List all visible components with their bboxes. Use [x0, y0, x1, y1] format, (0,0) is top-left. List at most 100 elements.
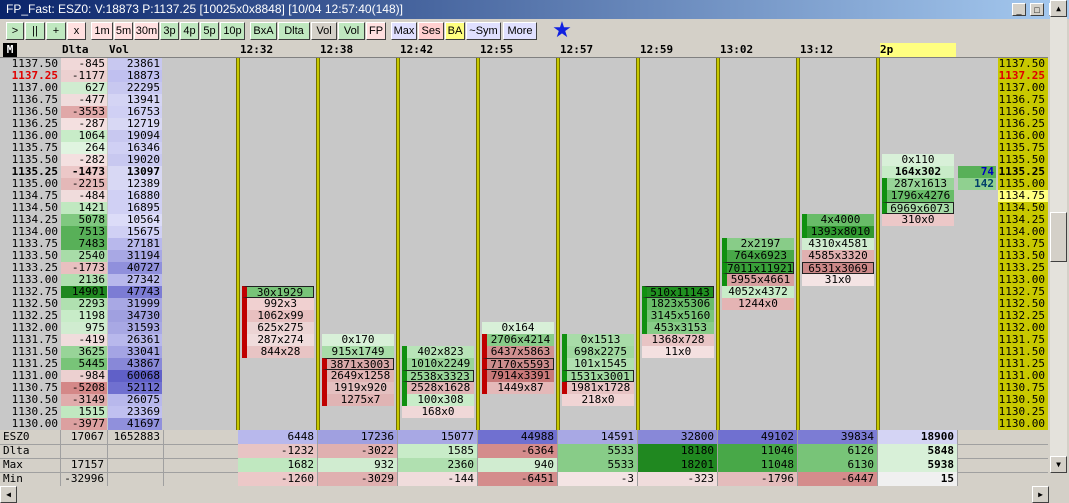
footer-label: ESZ0 [3, 430, 61, 444]
toolbar-sym-button[interactable]: ~Sym [466, 22, 501, 40]
scroll-right-arrow-icon[interactable]: ▶ [1032, 486, 1049, 503]
toolbar-ba-button[interactable]: BA [445, 22, 465, 40]
bar-separator [556, 58, 560, 430]
footprint-grid: M Dlta Vol 12:32 12:38 12:42 12:55 12:57 12:5… [0, 43, 1048, 430]
minimize-button[interactable]: _ [1012, 3, 1026, 16]
footer-value-cell: 17236 [318, 430, 398, 444]
footer-session-b [108, 444, 164, 458]
footer-value-cell: 5938 [878, 458, 958, 472]
toolbar-1m-button[interactable]: 1m [91, 22, 113, 40]
volume-header[interactable]: Vol [109, 43, 159, 58]
footer-value-cell: 5848 [878, 444, 958, 458]
footer-value-cell: -1232 [238, 444, 318, 458]
bar-separator [236, 58, 240, 430]
scroll-down-arrow-icon[interactable]: ▼ [1050, 456, 1067, 473]
footer-session-b: 1652883 [108, 430, 164, 444]
toolbar-dlta-button[interactable]: Dlta [278, 22, 310, 40]
footer-row: Dlta -1232 -3022 1585 -6364 5533 18180 11046 612… [0, 444, 1048, 459]
time-header[interactable]: 13:12 [800, 43, 876, 58]
time-header[interactable]: 2p [880, 43, 956, 58]
depth-cell: 142 [958, 178, 996, 190]
footprint-cell: 1796x4276 [882, 190, 954, 202]
vertical-scrollbar[interactable]: ▲ ▼ [1050, 0, 1067, 473]
bar-separator [476, 58, 480, 430]
maximize-button[interactable]: □ [1030, 3, 1044, 16]
toolbar-vol-button[interactable]: Vol [311, 22, 337, 40]
toolbar-3p-button[interactable]: 3p [160, 22, 179, 40]
footer-session-a: 17157 [61, 458, 108, 472]
footprint-cell: 168x0 [402, 406, 474, 418]
footer-row: Min -32996 -1260 -3029 -144 -6451 -3 -323 -1796-… [0, 472, 1048, 487]
footer-value-cell: 6126 [798, 444, 878, 458]
volume-cell: 41697 [108, 418, 162, 430]
toolbar: ★ > || + x 1m 5m 30m 3p 4p 5p 10p BxA Dlta Vol Vol FP Ma… [0, 19, 1048, 43]
footer-value-cell: 5533 [558, 458, 638, 472]
time-header[interactable]: 12:55 [480, 43, 556, 58]
footprint-cell: 4585x3320 [802, 250, 874, 262]
time-header[interactable]: 12:38 [320, 43, 396, 58]
footer-value-cell: 1682 [238, 458, 318, 472]
scroll-thumb[interactable] [1050, 212, 1067, 262]
price-cell: 1130.00 [11, 417, 58, 430]
delta-header[interactable]: Dlta [62, 43, 106, 58]
scroll-left-arrow-icon[interactable]: ◀ [0, 486, 17, 503]
time-header[interactable]: 12:42 [400, 43, 476, 58]
footprint-cell: 844x28 [242, 346, 314, 358]
toolbar-more-button[interactable]: More [503, 22, 537, 40]
footprint-cell: 31x0 [802, 274, 874, 286]
footer-value-cell: 15 [878, 472, 958, 486]
time-header[interactable]: 12:32 [240, 43, 316, 58]
bar-separator [636, 58, 640, 430]
title-bar: FP_Fast: ESZ0: V:18873 P:1137.25 [10025x… [0, 0, 1069, 19]
footprint-cell: 1449x87 [482, 382, 554, 394]
time-header[interactable]: 12:59 [640, 43, 716, 58]
footer-session-a [61, 444, 108, 458]
m-header[interactable]: M [3, 43, 17, 58]
footer-value-cell: -6451 [478, 472, 558, 486]
footer-value-cell: 11046 [718, 444, 798, 458]
footer-value-cell: -1260 [238, 472, 318, 486]
toolbar-add-button[interactable]: + [46, 22, 66, 40]
footer-session-a: 17067 [61, 430, 108, 444]
footer-value-cell: 18201 [638, 458, 718, 472]
footer-value-cell: -323 [638, 472, 718, 486]
scroll-up-arrow-icon[interactable]: ▲ [1050, 0, 1067, 17]
window-title: FP_Fast: ESZ0: V:18873 P:1137.25 [10025x… [6, 2, 403, 16]
star-icon[interactable]: ★ [552, 20, 572, 42]
footer-value-cell: -3029 [318, 472, 398, 486]
footer-session-b [108, 458, 164, 472]
footer-value-cell: 18900 [878, 430, 958, 444]
footer-value-cell: -1796 [718, 472, 798, 486]
footer-row: Max 17157 1682 932 2360 940 5533 18201 11048 6130… [0, 458, 1048, 473]
time-header[interactable]: 12:57 [560, 43, 636, 58]
toolbar-fp-button[interactable]: FP [366, 22, 386, 40]
time-header[interactable]: 13:02 [720, 43, 796, 58]
footer-value-cell: 49102 [718, 430, 798, 444]
toolbar-30m-button[interactable]: 30m [134, 22, 159, 40]
toolbar-bxa-button[interactable]: BxA [250, 22, 277, 40]
footer-value-cell: 14591 [558, 430, 638, 444]
footer-value-cell: -6447 [798, 472, 878, 486]
toolbar-pause-button[interactable]: || [25, 22, 45, 40]
toolbar-play-button[interactable]: > [6, 22, 24, 40]
toolbar-ses-button[interactable]: Ses [418, 22, 444, 40]
footer-value-cell: 15077 [398, 430, 478, 444]
footer-label: Max [3, 458, 61, 472]
footprint-cell: 6437x5863 [482, 346, 554, 358]
footer-value-cell: 32800 [638, 430, 718, 444]
footer-value-cell: -6364 [478, 444, 558, 458]
footprint-cell: 101x1545 [562, 358, 634, 370]
toolbar-10p-button[interactable]: 10p [220, 22, 245, 40]
toolbar-vol-2-button[interactable]: Vol [338, 22, 365, 40]
toolbar-5m-button[interactable]: 5m [114, 22, 133, 40]
horizontal-scrollbar[interactable]: ◀ ▶ [0, 486, 1069, 503]
right-price-cell: 1130.00 [998, 418, 1048, 430]
toolbar-5p-button[interactable]: 5p [200, 22, 219, 40]
footer-value-cell: 1585 [398, 444, 478, 458]
bar-separator [716, 58, 720, 430]
toolbar-close-x-button[interactable]: x [67, 22, 86, 40]
toolbar-4p-button[interactable]: 4p [180, 22, 199, 40]
toolbar-max-button[interactable]: Max [391, 22, 417, 40]
footer-label: Min [3, 472, 61, 486]
footer-value-cell: 940 [478, 458, 558, 472]
